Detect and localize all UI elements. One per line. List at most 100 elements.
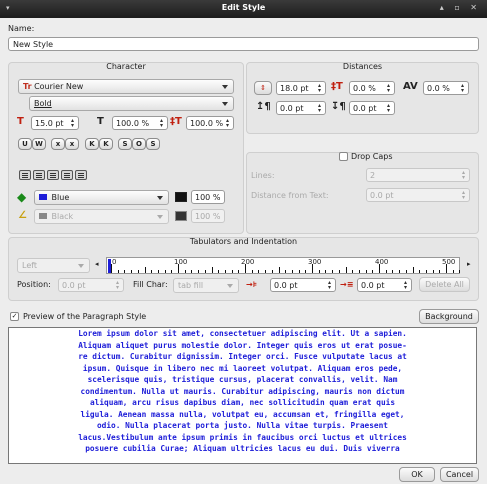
ruler-tick	[164, 270, 166, 273]
all-caps-icon: K	[89, 140, 95, 148]
preview-line: Aliquam aliquet purus molestie dolor. In…	[78, 340, 407, 350]
spin-arrows-icon[interactable]: ▴ ▾	[402, 280, 409, 291]
ruler-tick	[184, 270, 186, 273]
shadow-button[interactable]: S	[146, 138, 160, 150]
blue-swatch-icon	[39, 194, 47, 200]
font-style-select[interactable]: Bold	[29, 96, 234, 111]
ruler-scroll-left-icon[interactable]: ◂	[95, 260, 99, 268]
spin-arrows-icon[interactable]: ▴ ▾	[224, 118, 231, 129]
ruler-tick	[157, 270, 159, 273]
first-line-indent-icon: →⊧	[246, 280, 258, 289]
space-before-spinbox[interactable]: 0.0 pt ▴ ▾	[276, 101, 326, 115]
tracking-spinbox[interactable]: 0.0 % ▴ ▾	[423, 81, 469, 95]
fill-char-select[interactable]: tab fill	[173, 278, 239, 293]
spin-arrows-icon[interactable]: ▴ ▾	[69, 118, 76, 129]
align-forced-button[interactable]	[75, 170, 87, 180]
left-indent-spinbox[interactable]: 0.0 pt ▴ ▾	[357, 278, 412, 292]
dropcaps-checkbox[interactable]	[339, 152, 348, 161]
preview-checkbox[interactable]: ✓	[10, 312, 19, 321]
spin-arrows-icon[interactable]: ▴ ▾	[326, 280, 333, 291]
delete-all-tabs-button[interactable]: Delete All	[419, 277, 470, 292]
vertical-scale-value: 100.0 %	[190, 119, 224, 128]
fill-bucket-icon: ◆	[17, 190, 27, 204]
ruler-tick	[419, 270, 421, 273]
spin-arrows-icon[interactable]: ▴ ▾	[114, 280, 121, 291]
style-name-input[interactable]: New Style	[8, 37, 479, 51]
underline-button[interactable]: U	[18, 138, 32, 150]
font-size-spinbox[interactable]: 15.0 pt ▴ ▾	[31, 116, 79, 130]
ruler-tick	[191, 270, 193, 273]
ruler-tick	[385, 270, 387, 273]
preview-line: odio. Nulla placerat porta justo. Nulla …	[96, 421, 389, 430]
spin-arrows-icon[interactable]: ▴ ▾	[316, 103, 323, 114]
horizontal-scale-icon: T	[97, 116, 104, 127]
superscript-button[interactable]: x	[65, 138, 79, 150]
first-line-indent-value: 0.0 pt	[274, 281, 298, 290]
line-spacing-mode-button[interactable]: ⇕	[254, 81, 272, 95]
font-family-select[interactable]: Tr Courier New	[18, 79, 234, 94]
strikethrough-button[interactable]: S	[118, 138, 132, 150]
small-caps-button[interactable]: K	[99, 138, 113, 150]
subscript-button[interactable]: x	[51, 138, 65, 150]
fill-shade-spinbox[interactable]: 100 %	[191, 190, 225, 204]
window-controls[interactable]: ▴ ▫ ✕	[440, 3, 481, 12]
baseline-offset-value: 0.0 %	[353, 84, 376, 93]
outline-button[interactable]: O	[132, 138, 146, 150]
ruler-tick	[198, 270, 200, 273]
dropcaps-distance-value: 0.0 pt	[370, 191, 394, 200]
align-left-button[interactable]	[19, 170, 31, 180]
stroke-color-select[interactable]: Black	[34, 209, 169, 224]
ruler-tick	[111, 264, 112, 273]
align-center-button[interactable]	[33, 170, 45, 180]
spin-arrows-icon[interactable]: ▴ ▾	[158, 118, 165, 129]
tab-position-spinbox[interactable]: 0.0 pt ▴ ▾	[58, 278, 124, 292]
fill-color-select[interactable]: Blue	[34, 190, 169, 205]
ruler-scroll-right-icon[interactable]: ▸	[467, 260, 471, 268]
ruler-tick	[178, 264, 179, 273]
ruler-tick	[379, 264, 380, 273]
ruler-tick	[425, 270, 427, 273]
horizontal-scale-spinbox[interactable]: 100.0 % ▴ ▾	[112, 116, 168, 130]
align-right-button[interactable]	[47, 170, 59, 180]
spin-arrows-icon[interactable]: ▴ ▾	[385, 103, 392, 114]
truetype-font-icon: Tr	[23, 82, 32, 91]
tab-ruler[interactable]: 0 100 200 300 400 500	[106, 257, 461, 274]
line-spacing-spinbox[interactable]: 18.0 pt ▴ ▾	[276, 81, 326, 95]
first-line-indent-spinbox[interactable]: 0.0 pt ▴ ▾	[270, 278, 336, 292]
spin-arrows-icon[interactable]: ▴ ▾	[460, 170, 467, 181]
baseline-offset-spinbox[interactable]: 0.0 % ▴ ▾	[349, 81, 395, 95]
ruler-tick	[151, 270, 153, 273]
fill-char-label: Fill Char:	[133, 280, 168, 289]
preview-line: ligula. Aenean massa nulla, volutpat eu,…	[80, 409, 405, 419]
ruler-tick	[345, 267, 347, 273]
vertical-scale-spinbox[interactable]: 100.0 % ▴ ▾	[186, 116, 234, 130]
ruler-tick	[278, 267, 280, 273]
space-after-spinbox[interactable]: 0.0 pt ▴ ▾	[349, 101, 395, 115]
dropcaps-lines-spinbox[interactable]: 2 ▴ ▾	[366, 168, 470, 182]
ruler-tick	[124, 270, 126, 273]
dropcaps-label: Drop Caps	[351, 152, 393, 161]
stroke-pen-icon: ∠	[18, 210, 27, 221]
ruler-tick	[325, 270, 327, 273]
cancel-button[interactable]: Cancel	[440, 467, 479, 482]
spin-arrows-icon[interactable]: ▴ ▾	[385, 83, 392, 94]
stroke-shade-spinbox[interactable]: 100 %	[191, 209, 225, 223]
ruler-tick	[352, 270, 354, 273]
ruler-tick	[245, 264, 246, 273]
ruler-tick	[392, 270, 394, 273]
tab-alignment-select[interactable]: Left	[17, 258, 90, 273]
preview-line: lacus.Vestibulum ante ipsum primis in fa…	[78, 432, 407, 442]
paragraph-preview: Lorem ipsum dolor sit amet, consectetuer…	[8, 327, 477, 464]
spin-arrows-icon[interactable]: ▴ ▾	[460, 190, 467, 201]
all-caps-button[interactable]: K	[85, 138, 99, 150]
underline-words-button[interactable]: W	[32, 138, 46, 150]
spin-arrows-icon[interactable]: ▴ ▾	[459, 83, 466, 94]
background-button[interactable]: Background	[419, 309, 479, 324]
font-size-value: 15.0 pt	[35, 119, 64, 128]
spin-arrows-icon[interactable]: ▴ ▾	[316, 83, 323, 94]
align-justify-button[interactable]	[61, 170, 73, 180]
dropcaps-distance-spinbox[interactable]: 0.0 pt ▴ ▾	[366, 188, 470, 202]
ruler-tick	[251, 270, 253, 273]
vertical-scale-icon: ‡T	[170, 116, 182, 127]
ok-button[interactable]: OK	[399, 467, 435, 482]
